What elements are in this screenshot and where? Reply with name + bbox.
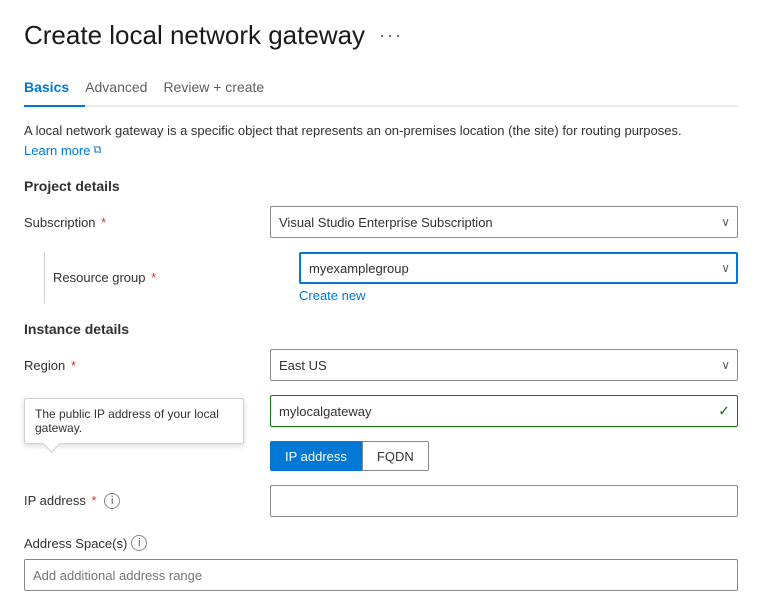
region-select[interactable]: East US [270,349,738,381]
region-control: East US ∨ [270,349,738,381]
page-title: Create local network gateway [24,20,365,51]
ip-address-input[interactable] [270,485,738,517]
ip-address-label: IP address * i [24,493,254,510]
ip-address-toggle[interactable]: IP address [270,441,362,471]
instance-details-title: Instance details [24,321,738,337]
name-valid-icon: ✓ [718,403,730,420]
name-input[interactable] [270,395,738,427]
subscription-row: Subscription * Visual Studio Enterprise … [24,206,738,238]
tab-basics[interactable]: Basics [24,71,85,107]
name-input-wrapper: ✓ [270,395,738,427]
address-space-section: Address Space(s) i [24,535,738,591]
endpoint-type-control: IP address FQDN [270,441,738,471]
resource-group-row: Resource group * myexamplegroup ∨ Create… [44,252,738,303]
ip-address-row: IP address * i [24,485,738,517]
fqdn-toggle[interactable]: FQDN [362,441,429,471]
region-required-indicator: * [71,358,76,373]
resource-group-control: myexamplegroup ∨ Create new [299,252,738,303]
create-new-link[interactable]: Create new [299,288,738,303]
ip-address-control [270,485,738,517]
subscription-required-indicator: * [101,215,106,230]
address-space-info-icon[interactable]: i [131,535,147,551]
tab-review-create[interactable]: Review + create [163,71,280,107]
subscription-select[interactable]: Visual Studio Enterprise Subscription [270,206,738,238]
subscription-select-wrapper: Visual Studio Enterprise Subscription ∨ [270,206,738,238]
description-text: A local network gateway is a specific ob… [24,121,738,160]
subscription-control: Visual Studio Enterprise Subscription ∨ [270,206,738,238]
tab-advanced[interactable]: Advanced [85,71,163,107]
address-space-label: Address Space(s) [24,536,127,551]
page-title-row: Create local network gateway ··· [24,20,738,51]
tabs-container: Basics Advanced Review + create [24,71,738,107]
resource-group-select-wrapper: myexamplegroup ∨ [299,252,738,284]
endpoint-toggle-group: IP address FQDN [270,441,738,471]
subscription-label: Subscription * [24,215,254,230]
external-link-icon: ⧉ [93,142,101,159]
region-select-wrapper: East US ∨ [270,349,738,381]
ip-address-required-indicator: * [92,493,97,508]
resource-group-select[interactable]: myexamplegroup [299,252,738,284]
learn-more-link[interactable]: Learn more ⧉ [24,141,101,161]
address-space-label-row: Address Space(s) i [24,535,738,551]
endpoint-type-row: The public IP address of your local gate… [24,441,738,471]
name-control: ✓ [270,395,738,427]
resource-group-required-indicator: * [151,270,156,285]
address-space-input[interactable] [24,559,738,591]
region-label: Region * [24,358,254,373]
tooltip-box: The public IP address of your local gate… [24,398,244,444]
ip-address-info-icon[interactable]: i [104,493,120,509]
region-row: Region * East US ∨ [24,349,738,381]
ellipsis-button[interactable]: ··· [375,23,407,48]
project-details-title: Project details [24,178,738,194]
resource-group-label: Resource group * [53,270,283,285]
